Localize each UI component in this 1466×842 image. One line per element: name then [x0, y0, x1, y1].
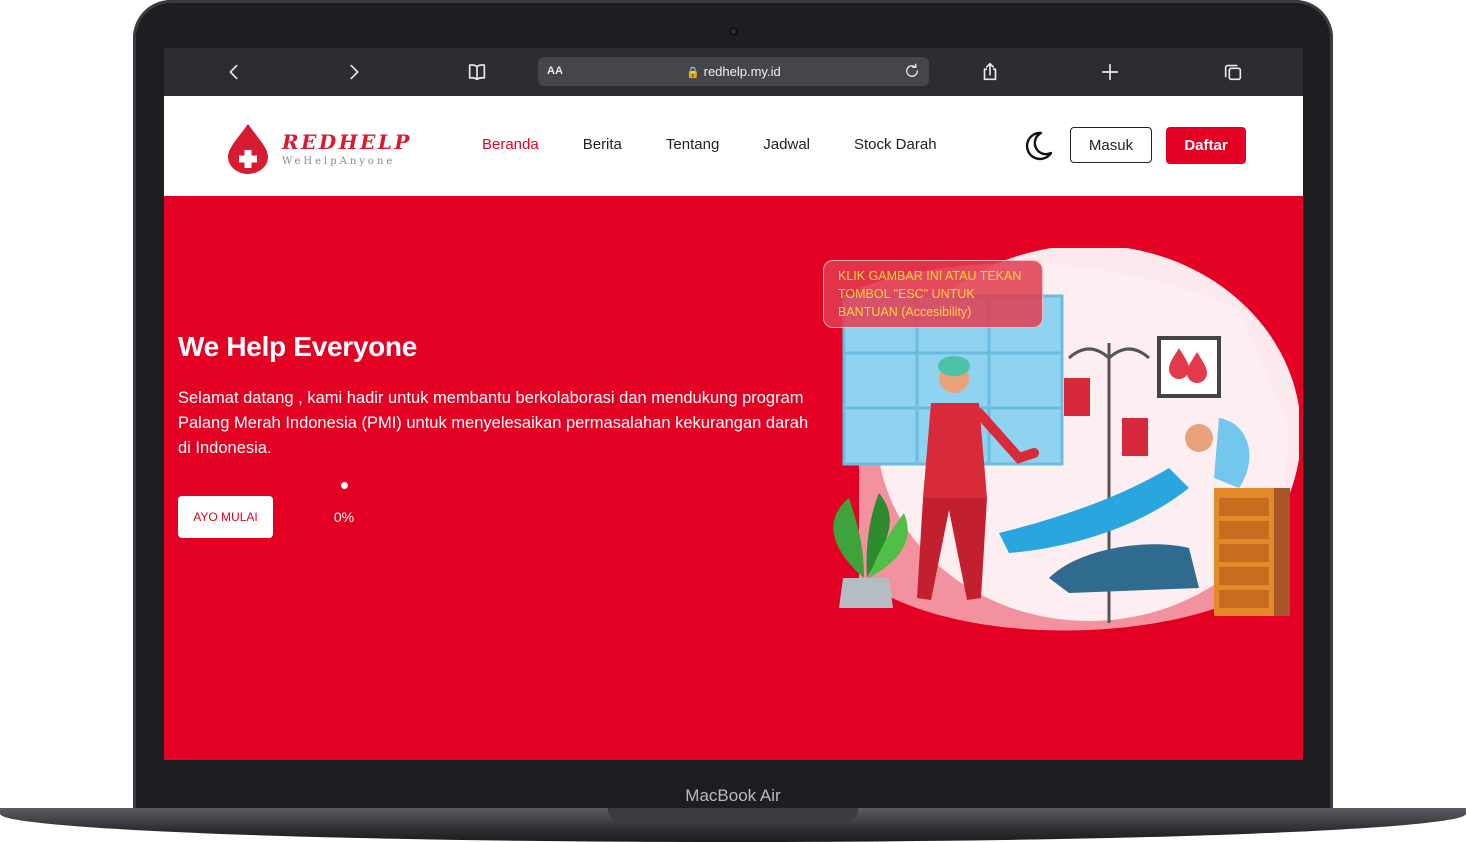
forward-icon[interactable]: [340, 58, 368, 86]
tabs-icon[interactable]: [1219, 58, 1247, 86]
back-icon[interactable]: [220, 58, 248, 86]
progress-text: 0%: [333, 509, 355, 525]
nav-berita[interactable]: Berita: [583, 136, 622, 153]
lock-icon: 🔒: [686, 67, 700, 79]
nav-stock-darah[interactable]: Stock Darah: [854, 136, 937, 153]
browser-toolbar: AA 🔒 redhelp.my.id: [164, 48, 1303, 96]
logo-subtitle: WeHelpAnyone: [282, 155, 396, 167]
logo-title: REDHELP: [282, 129, 412, 154]
new-tab-icon[interactable]: [1096, 58, 1124, 86]
hero-title: We Help Everyone: [178, 331, 417, 362]
device-label: MacBook Air: [685, 786, 781, 805]
accessibility-tooltip[interactable]: KLIK GAMBAR INI ATAU TEKAN TOMBOL "ESC" …: [823, 260, 1043, 328]
browser-screen: AA 🔒 redhelp.my.id REDHELP WeHelpAnyone …: [164, 48, 1303, 760]
blood-drop-logo-icon: [228, 124, 268, 174]
main-nav: Beranda Berita Tentang Jadwal Stock Dara…: [482, 136, 981, 153]
address-bar[interactable]: AA 🔒 redhelp.my.id: [538, 57, 929, 86]
nav-jadwal[interactable]: Jadwal: [763, 136, 810, 153]
site-header: REDHELP WeHelpAnyone Beranda Berita Tent…: [164, 96, 1303, 196]
nav-tentang[interactable]: Tentang: [666, 136, 719, 153]
ayo-mulai-button[interactable]: AYO MULAI: [178, 496, 273, 538]
url-text: redhelp.my.id: [703, 64, 781, 79]
hero-description: Selamat datang , kami hadir untuk memban…: [178, 389, 809, 457]
moon-icon[interactable]: [1021, 129, 1055, 163]
reload-icon[interactable]: [903, 62, 921, 80]
masuk-button[interactable]: Masuk: [1070, 127, 1152, 163]
laptop-notch: [608, 808, 858, 822]
progress-indicator-dot: [341, 482, 348, 489]
url-display: 🔒 redhelp.my.id: [538, 64, 929, 79]
daftar-button[interactable]: Daftar: [1166, 127, 1246, 164]
nav-beranda[interactable]: Beranda: [482, 136, 539, 153]
camera: [729, 27, 738, 36]
site-logo[interactable]: REDHELP WeHelpAnyone: [226, 122, 412, 174]
share-icon[interactable]: [976, 58, 1004, 86]
bookmarks-icon[interactable]: [463, 58, 491, 86]
